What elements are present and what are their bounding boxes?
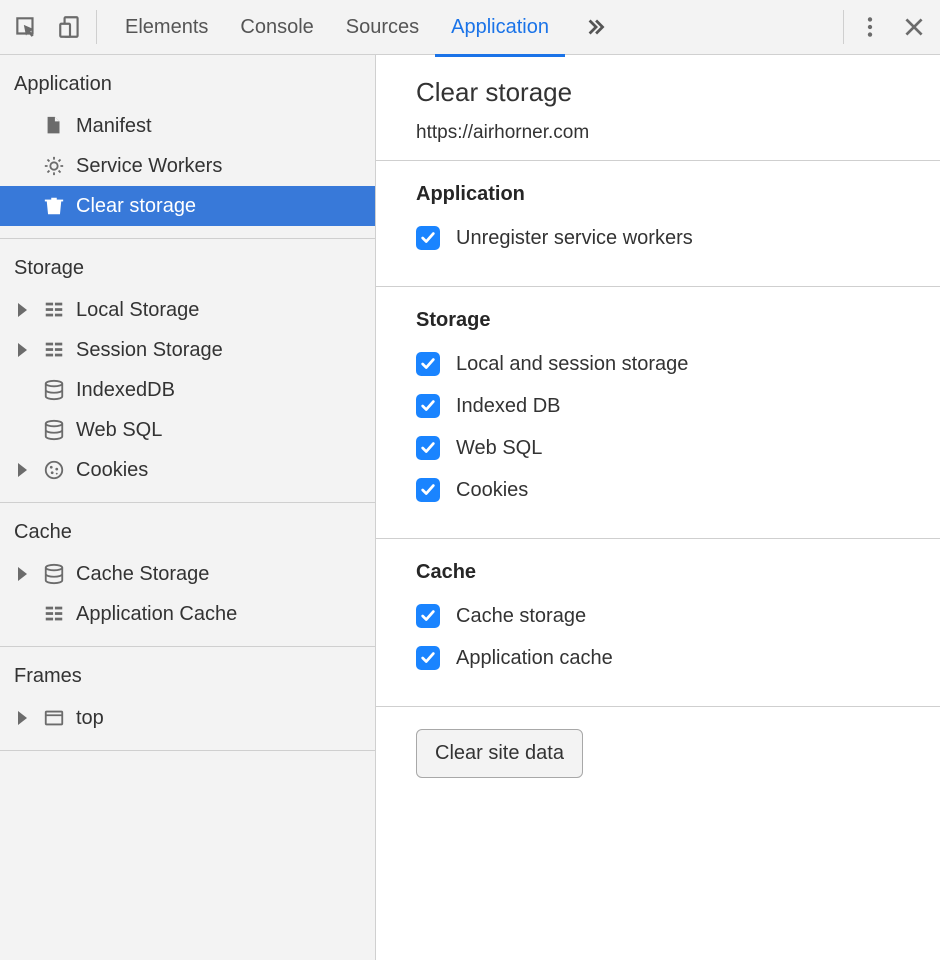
sidebar-group-title: Application [0, 67, 375, 106]
checkbox-row: Unregister service workers [416, 226, 900, 250]
grid-icon [42, 602, 66, 626]
section-storage: Storage Local and session storage Indexed … [376, 287, 940, 539]
sidebar-item-application-cache[interactable]: Application Cache [0, 594, 375, 634]
devtools-toolbar: ElementsConsoleSourcesApplication [0, 0, 940, 55]
expand-icon[interactable] [18, 303, 27, 317]
grid-icon [42, 298, 66, 322]
sidebar-item-label: Clear storage [76, 195, 196, 218]
sidebar-item-label: top [76, 707, 104, 730]
grid-icon [42, 338, 66, 362]
page-title: Clear storage [416, 77, 900, 108]
section-application: Application Unregister service workers [376, 161, 940, 287]
select-element-icon[interactable] [4, 5, 48, 49]
sidebar-item-cookies[interactable]: Cookies [0, 450, 375, 490]
sidebar-group: Storage Local Storage Session Storage Index… [0, 239, 375, 503]
checkbox-row: Web SQL [416, 436, 900, 460]
sidebar-item-label: Cache Storage [76, 563, 209, 586]
sidebar-item-service-workers[interactable]: Service Workers [0, 146, 375, 186]
sidebar-group-title: Storage [0, 251, 375, 290]
sidebar-item-cache-storage[interactable]: Cache Storage [0, 554, 375, 594]
section-title: Application [416, 183, 900, 206]
sidebar-item-label: Web SQL [76, 419, 162, 442]
main-panel: Clear storage https://airhorner.com Appl… [376, 55, 940, 960]
expand-icon[interactable] [18, 711, 27, 725]
checkbox-label: Application cache [456, 647, 613, 670]
checkbox-label: Unregister service workers [456, 227, 693, 250]
expand-icon[interactable] [18, 343, 27, 357]
sidebar-group: Frames top [0, 647, 375, 751]
sidebar-item-clear-storage[interactable]: Clear storage [0, 186, 375, 226]
origin-url: https://airhorner.com [416, 122, 900, 144]
sidebar-item-label: Session Storage [76, 339, 223, 362]
checkbox[interactable] [416, 226, 440, 250]
device-toggle-icon[interactable] [48, 5, 92, 49]
checkbox-label: Indexed DB [456, 395, 561, 418]
sidebar-item-manifest[interactable]: Manifest [0, 106, 375, 146]
section-title: Cache [416, 561, 900, 584]
sidebar-item-label: Local Storage [76, 299, 199, 322]
checkbox[interactable] [416, 436, 440, 460]
sidebar-group: Application Manifest Service Workers Clear … [0, 55, 375, 239]
more-tabs-icon[interactable] [573, 5, 617, 49]
sidebar-item-label: Manifest [76, 115, 152, 138]
checkbox-row: Local and session storage [416, 352, 900, 376]
sidebar-item-indexeddb[interactable]: IndexedDB [0, 370, 375, 410]
db-icon [42, 418, 66, 442]
separator [96, 10, 97, 44]
checkbox-row: Application cache [416, 646, 900, 670]
tab-sources[interactable]: Sources [330, 0, 435, 54]
file-icon [42, 114, 66, 138]
trash-icon [42, 194, 66, 218]
tab-console[interactable]: Console [224, 0, 329, 54]
checkbox-row: Cache storage [416, 604, 900, 628]
button-row: Clear site data [376, 707, 940, 800]
sidebar-item-session-storage[interactable]: Session Storage [0, 330, 375, 370]
checkbox-row: Indexed DB [416, 394, 900, 418]
checkbox[interactable] [416, 646, 440, 670]
sidebar-item-top[interactable]: top [0, 698, 375, 738]
separator [843, 10, 844, 44]
checkbox[interactable] [416, 478, 440, 502]
checkbox[interactable] [416, 604, 440, 628]
sidebar-group: Cache Cache Storage Application Cache [0, 503, 375, 647]
kebab-menu-icon[interactable] [848, 5, 892, 49]
cookie-icon [42, 458, 66, 482]
devtools-tabs: ElementsConsoleSourcesApplication [109, 0, 565, 57]
sidebar-item-label: Cookies [76, 459, 148, 482]
main-header: Clear storage https://airhorner.com [376, 55, 940, 161]
section-title: Storage [416, 309, 900, 332]
checkbox[interactable] [416, 394, 440, 418]
checkbox[interactable] [416, 352, 440, 376]
checkbox-row: Cookies [416, 478, 900, 502]
expand-icon[interactable] [18, 463, 27, 477]
db-icon [42, 562, 66, 586]
checkbox-label: Cache storage [456, 605, 586, 628]
sidebar-group-title: Frames [0, 659, 375, 698]
sidebar-item-label: IndexedDB [76, 379, 175, 402]
checkbox-label: Cookies [456, 479, 528, 502]
close-icon[interactable] [892, 5, 936, 49]
tab-application[interactable]: Application [435, 0, 565, 57]
sidebar-group-title: Cache [0, 515, 375, 554]
clear-site-data-button[interactable]: Clear site data [416, 729, 583, 778]
frame-icon [42, 706, 66, 730]
gear-icon [42, 154, 66, 178]
tab-elements[interactable]: Elements [109, 0, 224, 54]
expand-icon[interactable] [18, 567, 27, 581]
checkbox-label: Local and session storage [456, 353, 688, 376]
sidebar-item-label: Service Workers [76, 155, 222, 178]
sidebar-item-web-sql[interactable]: Web SQL [0, 410, 375, 450]
checkbox-label: Web SQL [456, 437, 542, 460]
db-icon [42, 378, 66, 402]
application-sidebar: Application Manifest Service Workers Clear … [0, 55, 376, 960]
sidebar-item-label: Application Cache [76, 603, 237, 626]
section-cache: Cache Cache storage Application cache [376, 539, 940, 707]
sidebar-item-local-storage[interactable]: Local Storage [0, 290, 375, 330]
